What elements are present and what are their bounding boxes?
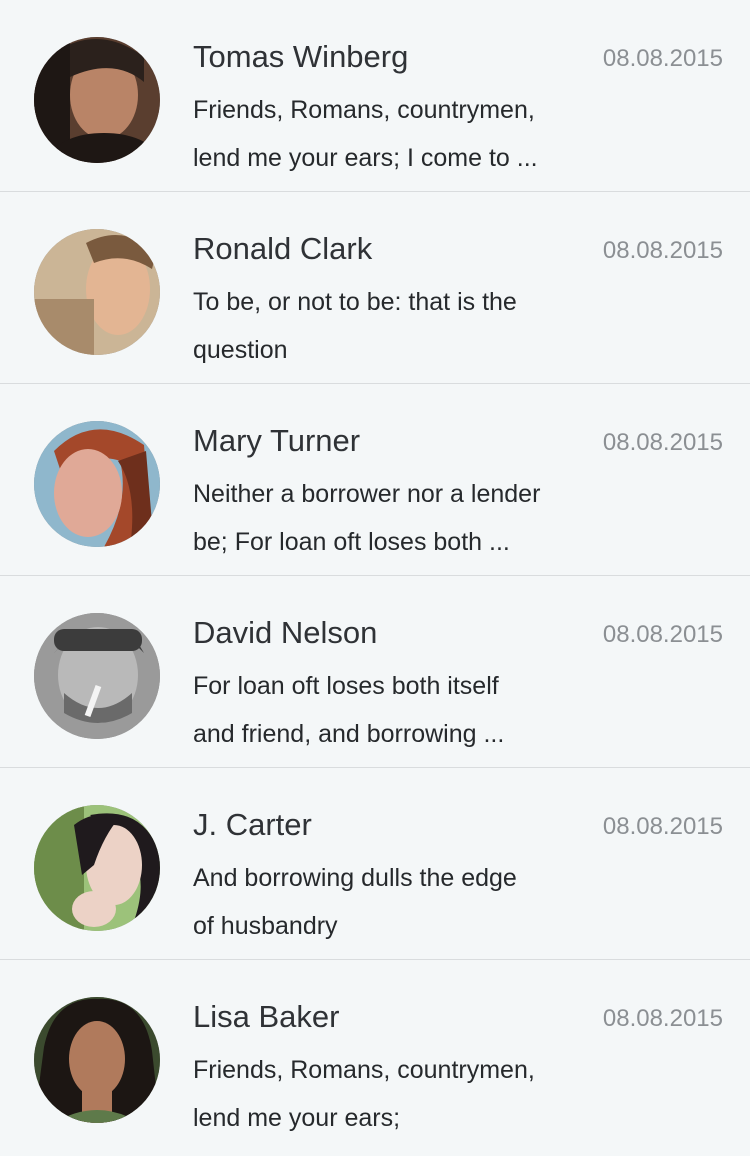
message-preview: And borrowing dulls the edge of husbandr… bbox=[193, 854, 593, 950]
sender-name: Lisa Baker bbox=[193, 999, 340, 1034]
message-item[interactable]: Mary Turner 08.08.2015 Neither a borrowe… bbox=[0, 384, 750, 576]
avatar[interactable] bbox=[34, 805, 160, 931]
avatar-image bbox=[34, 421, 160, 547]
avatar[interactable] bbox=[34, 37, 160, 163]
message-item[interactable]: David Nelson 08.08.2015 For loan oft los… bbox=[0, 576, 750, 768]
preview-line: Friends, Romans, countrymen, bbox=[193, 1056, 535, 1084]
preview-line: and friend, and borrowing ... bbox=[193, 720, 505, 748]
message-list: Tomas Winberg 08.08.2015 Friends, Romans… bbox=[0, 0, 750, 1156]
sender-name: Mary Turner bbox=[193, 423, 361, 458]
avatar[interactable] bbox=[34, 613, 160, 739]
message-date: 08.08.2015 bbox=[602, 813, 723, 840]
avatar-image bbox=[34, 229, 160, 355]
message-preview: Friends, Romans, countrymen, lend me you… bbox=[193, 1046, 593, 1142]
message-preview: Friends, Romans, countrymen, lend me you… bbox=[193, 86, 593, 182]
message-preview: Neither a borrower nor a lender be; For … bbox=[193, 470, 593, 566]
sender-name: Ronald Clark bbox=[193, 231, 373, 266]
sender-name: J. Carter bbox=[193, 807, 312, 842]
preview-line: To be, or not to be: that is the bbox=[193, 288, 517, 316]
message-item[interactable]: Lisa Baker 08.08.2015 Friends, Romans, c… bbox=[0, 960, 750, 1151]
preview-line: of husbandry bbox=[193, 912, 338, 940]
sender-name: Tomas Winberg bbox=[193, 39, 409, 74]
message-date: 08.08.2015 bbox=[602, 429, 723, 456]
preview-line: question bbox=[193, 336, 288, 364]
preview-line: be; For loan oft loses both ... bbox=[193, 528, 510, 556]
preview-line: Friends, Romans, countrymen, bbox=[193, 96, 535, 124]
sender-name: David Nelson bbox=[193, 615, 378, 650]
message-item[interactable]: Ronald Clark 08.08.2015 To be, or not to… bbox=[0, 192, 750, 384]
message-preview: For loan oft loses both itself and frien… bbox=[193, 662, 593, 758]
preview-line: Neither a borrower nor a lender bbox=[193, 480, 541, 508]
avatar-image bbox=[34, 997, 160, 1123]
message-date: 08.08.2015 bbox=[602, 1005, 723, 1032]
preview-line: lend me your ears; bbox=[193, 1104, 401, 1132]
message-preview: To be, or not to be: that is the questio… bbox=[193, 278, 593, 374]
message-item[interactable]: Tomas Winberg 08.08.2015 Friends, Romans… bbox=[0, 0, 750, 192]
avatar-image bbox=[34, 805, 160, 931]
preview-line: For loan oft loses both itself bbox=[193, 672, 499, 700]
message-date: 08.08.2015 bbox=[602, 45, 723, 72]
avatar-image bbox=[34, 37, 160, 163]
avatar[interactable] bbox=[34, 997, 160, 1123]
message-item[interactable]: J. Carter 08.08.2015 And borrowing dulls… bbox=[0, 768, 750, 960]
avatar-image bbox=[34, 613, 160, 739]
avatar[interactable] bbox=[34, 421, 160, 547]
preview-line: lend me your ears; I come to ... bbox=[193, 144, 538, 172]
message-date: 08.08.2015 bbox=[602, 237, 723, 264]
message-date: 08.08.2015 bbox=[602, 621, 723, 648]
preview-line: And borrowing dulls the edge bbox=[193, 864, 517, 892]
avatar[interactable] bbox=[34, 229, 160, 355]
